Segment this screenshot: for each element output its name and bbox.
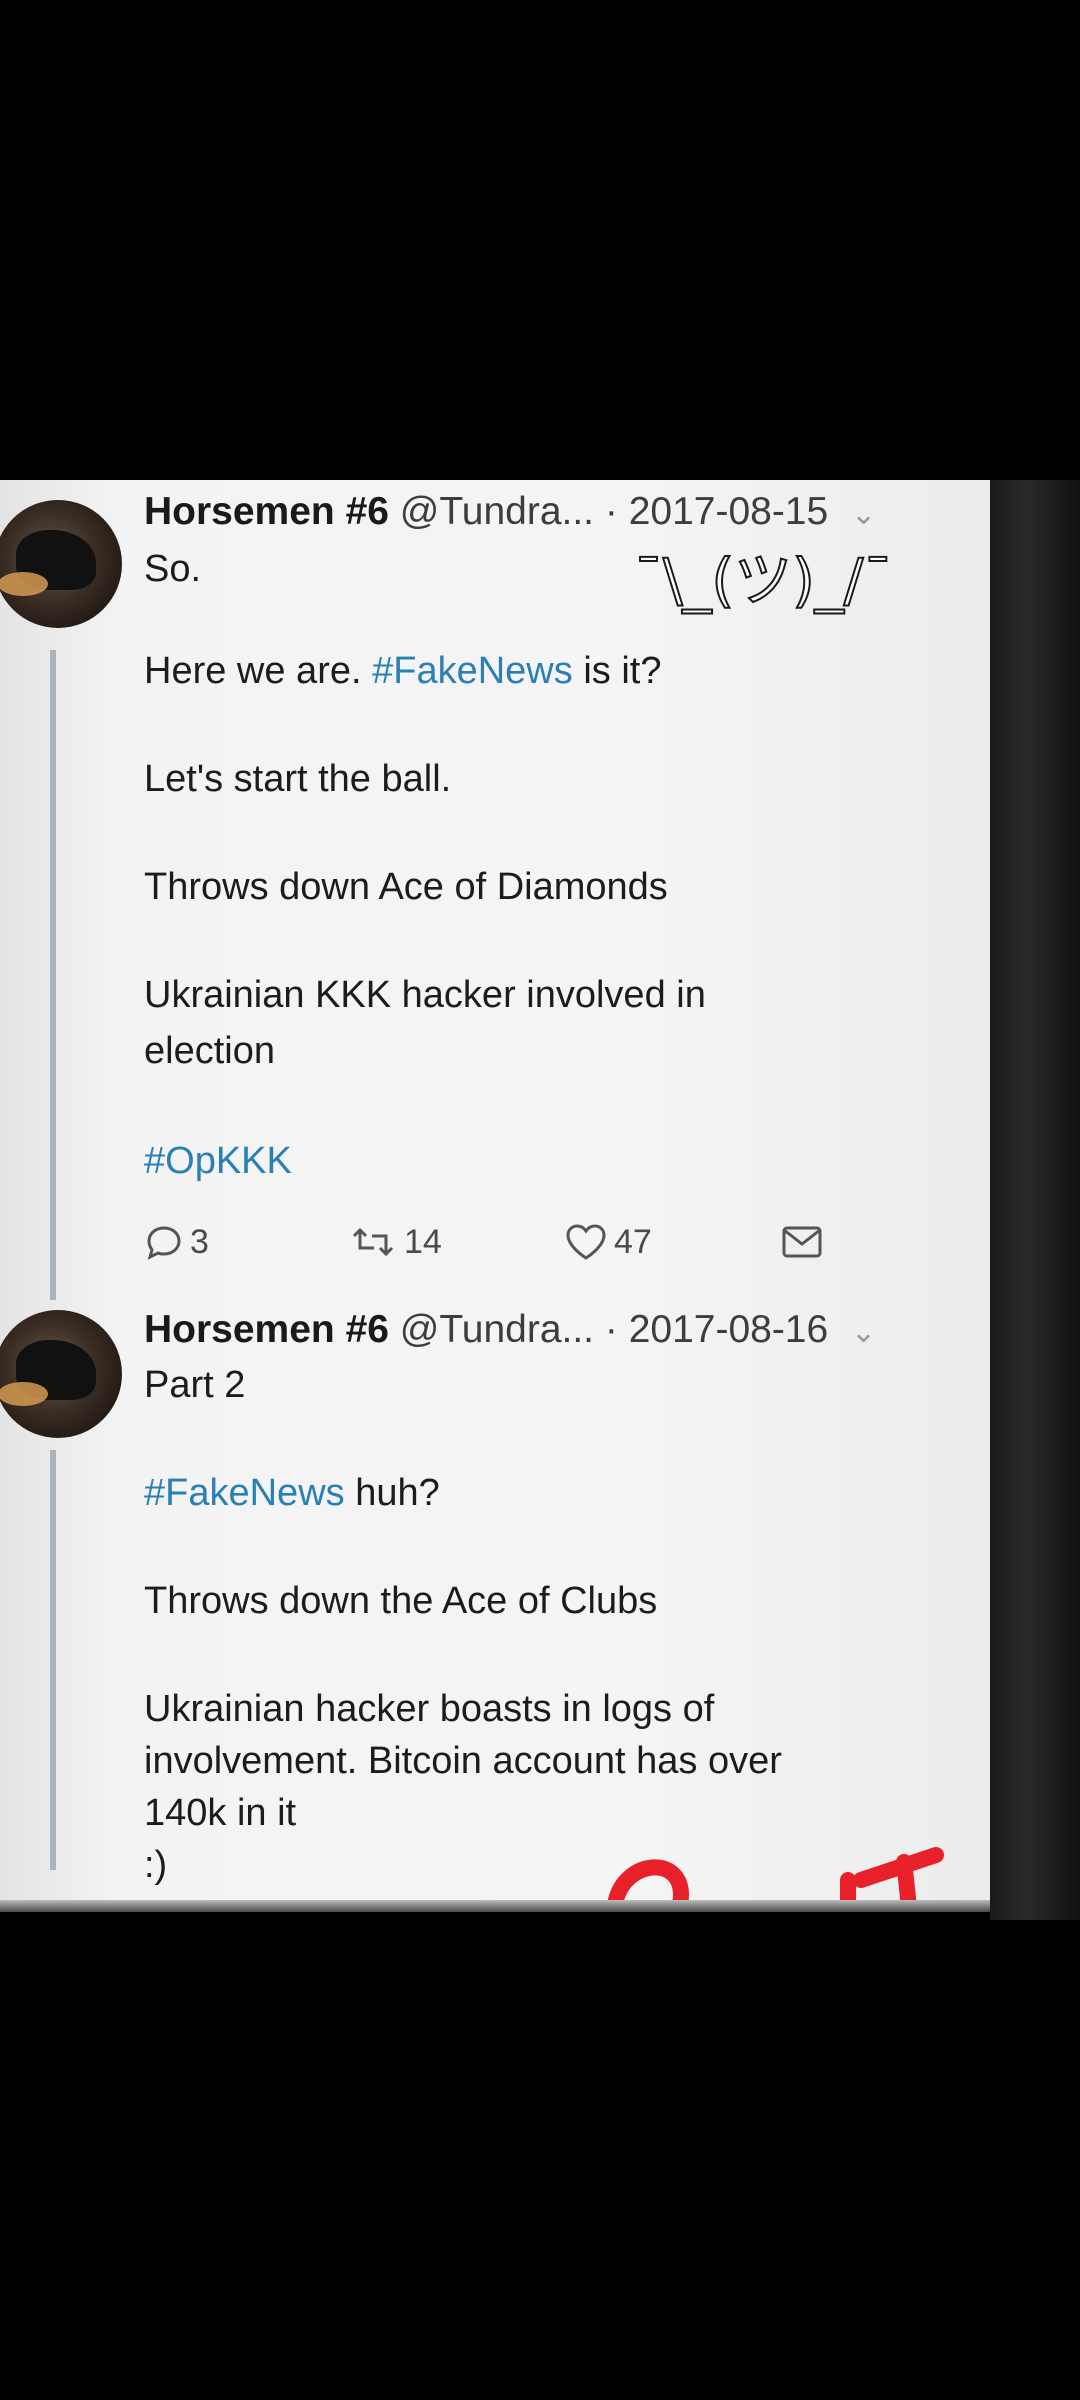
tweet-text-line: :) <box>144 1844 168 1886</box>
hashtag-link[interactable]: #OpKKK <box>144 1140 292 1183</box>
svg-text:¯\_(ツ)_/¯: ¯\_(ツ)_/¯ <box>634 546 892 614</box>
tweet-header: Horsemen #6 @Tundra... · 2017-08-16 ⌄ <box>144 1308 876 1352</box>
tweet-text-line: #FakeNews huh? <box>144 1472 440 1514</box>
chevron-down-icon[interactable]: ⌄ <box>851 1316 876 1349</box>
username[interactable]: @Tundra... <box>400 1308 594 1351</box>
direct-message-button[interactable] <box>780 1222 830 1262</box>
retweet-button[interactable]: 14 <box>348 1222 442 1262</box>
avatar[interactable] <box>0 1310 122 1438</box>
display-name[interactable]: Horsemen #6 <box>144 490 389 533</box>
tweet-text-line: Ukrainian hacker boasts in logs of <box>144 1688 715 1730</box>
screen-bottom-edge <box>0 1900 990 1912</box>
reply-icon <box>147 1226 181 1260</box>
reply-count: 3 <box>190 1222 209 1261</box>
tweet-date[interactable]: · 2017-08-16 <box>605 1308 828 1351</box>
thread-line <box>50 650 56 1300</box>
like-count: 47 <box>614 1222 652 1261</box>
tweet-text-line: involvement. Bitcoin account has over <box>144 1740 782 1782</box>
reply-button[interactable]: 3 <box>144 1222 209 1262</box>
tweet-date[interactable]: · 2017-08-15 <box>605 490 828 533</box>
like-button[interactable]: 47 <box>564 1222 652 1262</box>
tweet-text-line: Throws down Ace of Diamonds <box>144 866 668 908</box>
retweet-count: 14 <box>404 1222 442 1261</box>
tweet-text-line: Throws down the Ace of Clubs <box>144 1580 658 1622</box>
chevron-down-icon[interactable]: ⌄ <box>851 498 876 531</box>
tweet-header: Horsemen #6 @Tundra... · 2017-08-15 ⌄ <box>144 490 876 534</box>
display-name[interactable]: Horsemen #6 <box>144 1308 389 1351</box>
shrug-annotation: ¯\_(ツ)_/¯ <box>633 546 893 615</box>
tweet-text-line: So. <box>144 548 202 590</box>
username[interactable]: @Tundra... <box>400 490 594 533</box>
hashtag-link[interactable]: #FakeNews <box>372 650 573 692</box>
phone-photo-of-screen: Horsemen #6 @Tundra... · 2017-08-15 ⌄ So… <box>0 480 990 1910</box>
tweet-text-line: 140k in it <box>144 1792 297 1834</box>
tweet-text-line: Let's start the ball. <box>144 758 452 800</box>
device-bezel <box>990 480 1080 1920</box>
hashtag-link[interactable]: #FakeNews <box>144 1472 345 1514</box>
tweet-text-line: Here we are. #FakeNews is it? <box>144 650 662 692</box>
tweet-text-line: Ukrainian KKK hacker involved in <box>144 974 706 1016</box>
retweet-icon <box>352 1227 394 1257</box>
tweet-text-line: Part 2 <box>144 1364 246 1406</box>
thread-line <box>50 1450 56 1870</box>
like-icon <box>566 1224 606 1260</box>
avatar[interactable] <box>0 500 122 628</box>
message-icon <box>782 1226 822 1258</box>
tweet-text-line: election <box>144 1030 275 1072</box>
